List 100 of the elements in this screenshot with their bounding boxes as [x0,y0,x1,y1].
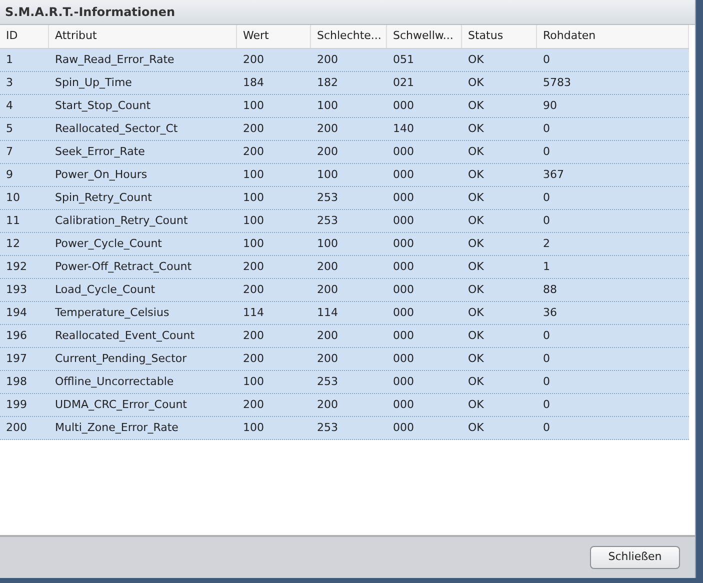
table-cell-text: OK [467,328,485,344]
table-cell-text: 196 [5,328,28,344]
table-cell-text: 114 [242,304,265,321]
table-cell-text: 100 [242,190,265,206]
table-cell-text: Current_Pending_Sector [54,350,188,367]
table-cell-text: 5 [5,120,14,137]
table-cell-text: 0 [542,374,551,390]
table-cell-text: 253 [316,420,339,436]
table-row[interactable]: 9 Power_On_Hours 100 100 000 OK 367 [0,164,689,187]
table-cell-text: 0 [542,396,551,413]
column-header[interactable]: Rohdaten [537,25,689,48]
table-cell-text: OK [467,236,485,252]
table-cell-text: 12 [5,236,21,252]
table-row[interactable]: 3 Spin_Up_Time 184 182 021 OK 5783 [0,72,689,95]
table-cell-text: 140 [392,120,415,137]
table-cell-text: 100 [242,98,265,114]
table-cell-text: 0 [542,52,551,68]
table-cell-text: Power_On_Hours [54,166,148,183]
table-cell-text: 253 [316,374,339,390]
table-cell-text: 100 [242,212,265,229]
table-row[interactable]: 194 Temperature_Celsius 114 114 000 OK 36 [0,302,689,325]
table-row[interactable]: 4 Start_Stop_Count 100 100 000 OK 90 [0,95,689,118]
table-cell-text: Power_Cycle_Count [54,236,163,252]
table-cell-text: 200 [242,52,265,68]
table-cell-text: 100 [316,98,339,114]
table-cell-text: 114 [316,304,339,321]
table-row[interactable]: 193 Load_Cycle_Count 200 200 000 OK 88 [0,279,689,302]
table-cell-text: 100 [316,166,339,183]
table-cell-text: OK [467,166,485,183]
table-cell-text: 000 [392,282,415,298]
table-cell-text: OK [467,74,485,91]
table-cell-text: 000 [392,190,415,206]
table-cell-text: OK [467,396,485,413]
column-header[interactable]: Status [462,25,537,48]
table-cell-text: Temperature_Celsius [54,304,170,321]
table-cell-text: 90 [542,98,558,114]
column-header[interactable]: Schlechte... [311,25,387,48]
close-button[interactable]: Schließen [590,546,680,569]
table-cell-text: 4 [5,98,14,114]
table-cell-text: 100 [242,166,265,183]
table-cell-text: 200 [242,328,265,344]
table-cell-text: OK [467,374,485,390]
table-cell-text: 0 [542,328,551,344]
table-cell-text: 200 [316,350,339,367]
table-cell-text: 367 [542,166,565,183]
table-cell-text: OK [467,282,485,298]
table-cell-text: 200 [316,258,339,275]
column-header[interactable]: Attribut [49,25,237,48]
table-cell-text: 184 [242,74,265,91]
table-cell-text: OK [467,144,485,160]
table-row[interactable]: 12 Power_Cycle_Count 100 100 000 OK 2 [0,233,689,256]
table-row[interactable]: 200 Multi_Zone_Error_Rate 100 253 000 OK 0 [0,417,689,440]
table-cell-text: 000 [392,144,415,160]
table-cell-text: 100 [242,420,265,436]
table-cell-text: 000 [392,166,415,183]
table-cell-text: Calibration_Retry_Count [54,212,189,229]
table-cell-text: Spin_Retry_Count [54,190,153,206]
table-cell-text: Offline_Uncorrectable [54,374,175,390]
table-cell-text: 000 [392,98,415,114]
table-cell-text: UDMA_CRC_Error_Count [54,396,188,413]
table-cell-text: 253 [316,212,339,229]
table-cell-text: 0 [542,144,551,160]
table-cell-text: 200 [242,120,265,137]
table-cell-text: 000 [392,328,415,344]
table-cell-text: Load_Cycle_Count [54,282,156,298]
table-row[interactable]: 7 Seek_Error_Rate 200 200 000 OK 0 [0,141,689,164]
table-row[interactable]: 192 Power-Off_Retract_Count 200 200 000 OK 1 [0,256,689,279]
table-cell-text: 000 [392,420,415,436]
table-row[interactable]: 10 Spin_Retry_Count 100 253 000 OK 0 [0,187,689,210]
table-cell-text: 100 [316,236,339,252]
table-cell-text: 0 [542,120,551,137]
table-cell-text: 0 [542,212,551,229]
table-cell-text: 000 [392,304,415,321]
table-cell-text: Spin_Up_Time [54,74,133,91]
column-header[interactable]: Schwellw... [387,25,462,48]
table-cell-text: 100 [242,374,265,390]
table-cell-text: OK [467,258,485,275]
table-cell-text: Reallocated_Event_Count [54,328,196,344]
column-header[interactable]: ID [0,25,49,48]
table-cell-text: Start_Stop_Count [54,98,152,114]
table-row[interactable]: 199 UDMA_CRC_Error_Count 200 200 000 OK 0 [0,394,689,417]
column-header[interactable]: Wert [237,25,311,48]
table-row[interactable]: 198 Offline_Uncorrectable 100 253 000 OK 0 [0,371,689,394]
table-row[interactable]: 197 Current_Pending_Sector 200 200 000 OK 0 [0,348,689,371]
table-cell-text: 9 [5,166,14,183]
table-row[interactable]: 5 Reallocated_Sector_Ct 200 200 140 OK 0 [0,118,689,141]
table-cell-text: OK [467,420,485,436]
table-cell-text: OK [467,190,485,206]
table-row[interactable]: 1 Raw_Read_Error_Rate 200 200 051 OK 0 [0,49,689,72]
table-cell-text: 3 [5,74,14,91]
table-cell-text: 1 [5,52,14,68]
table-cell-text: 0 [542,350,551,367]
table-cell-text: OK [467,98,485,114]
table-cell-text: 200 [242,396,265,413]
table-cell-text: 253 [316,190,339,206]
table-row[interactable]: 196 Reallocated_Event_Count 200 200 000 OK 0 [0,325,689,348]
table-cell-text: Raw_Read_Error_Rate [54,52,176,68]
table-cell-text: OK [467,350,485,367]
table-cell-text: OK [467,304,485,321]
table-row[interactable]: 11 Calibration_Retry_Count 100 253 000 OK 0 [0,210,689,233]
